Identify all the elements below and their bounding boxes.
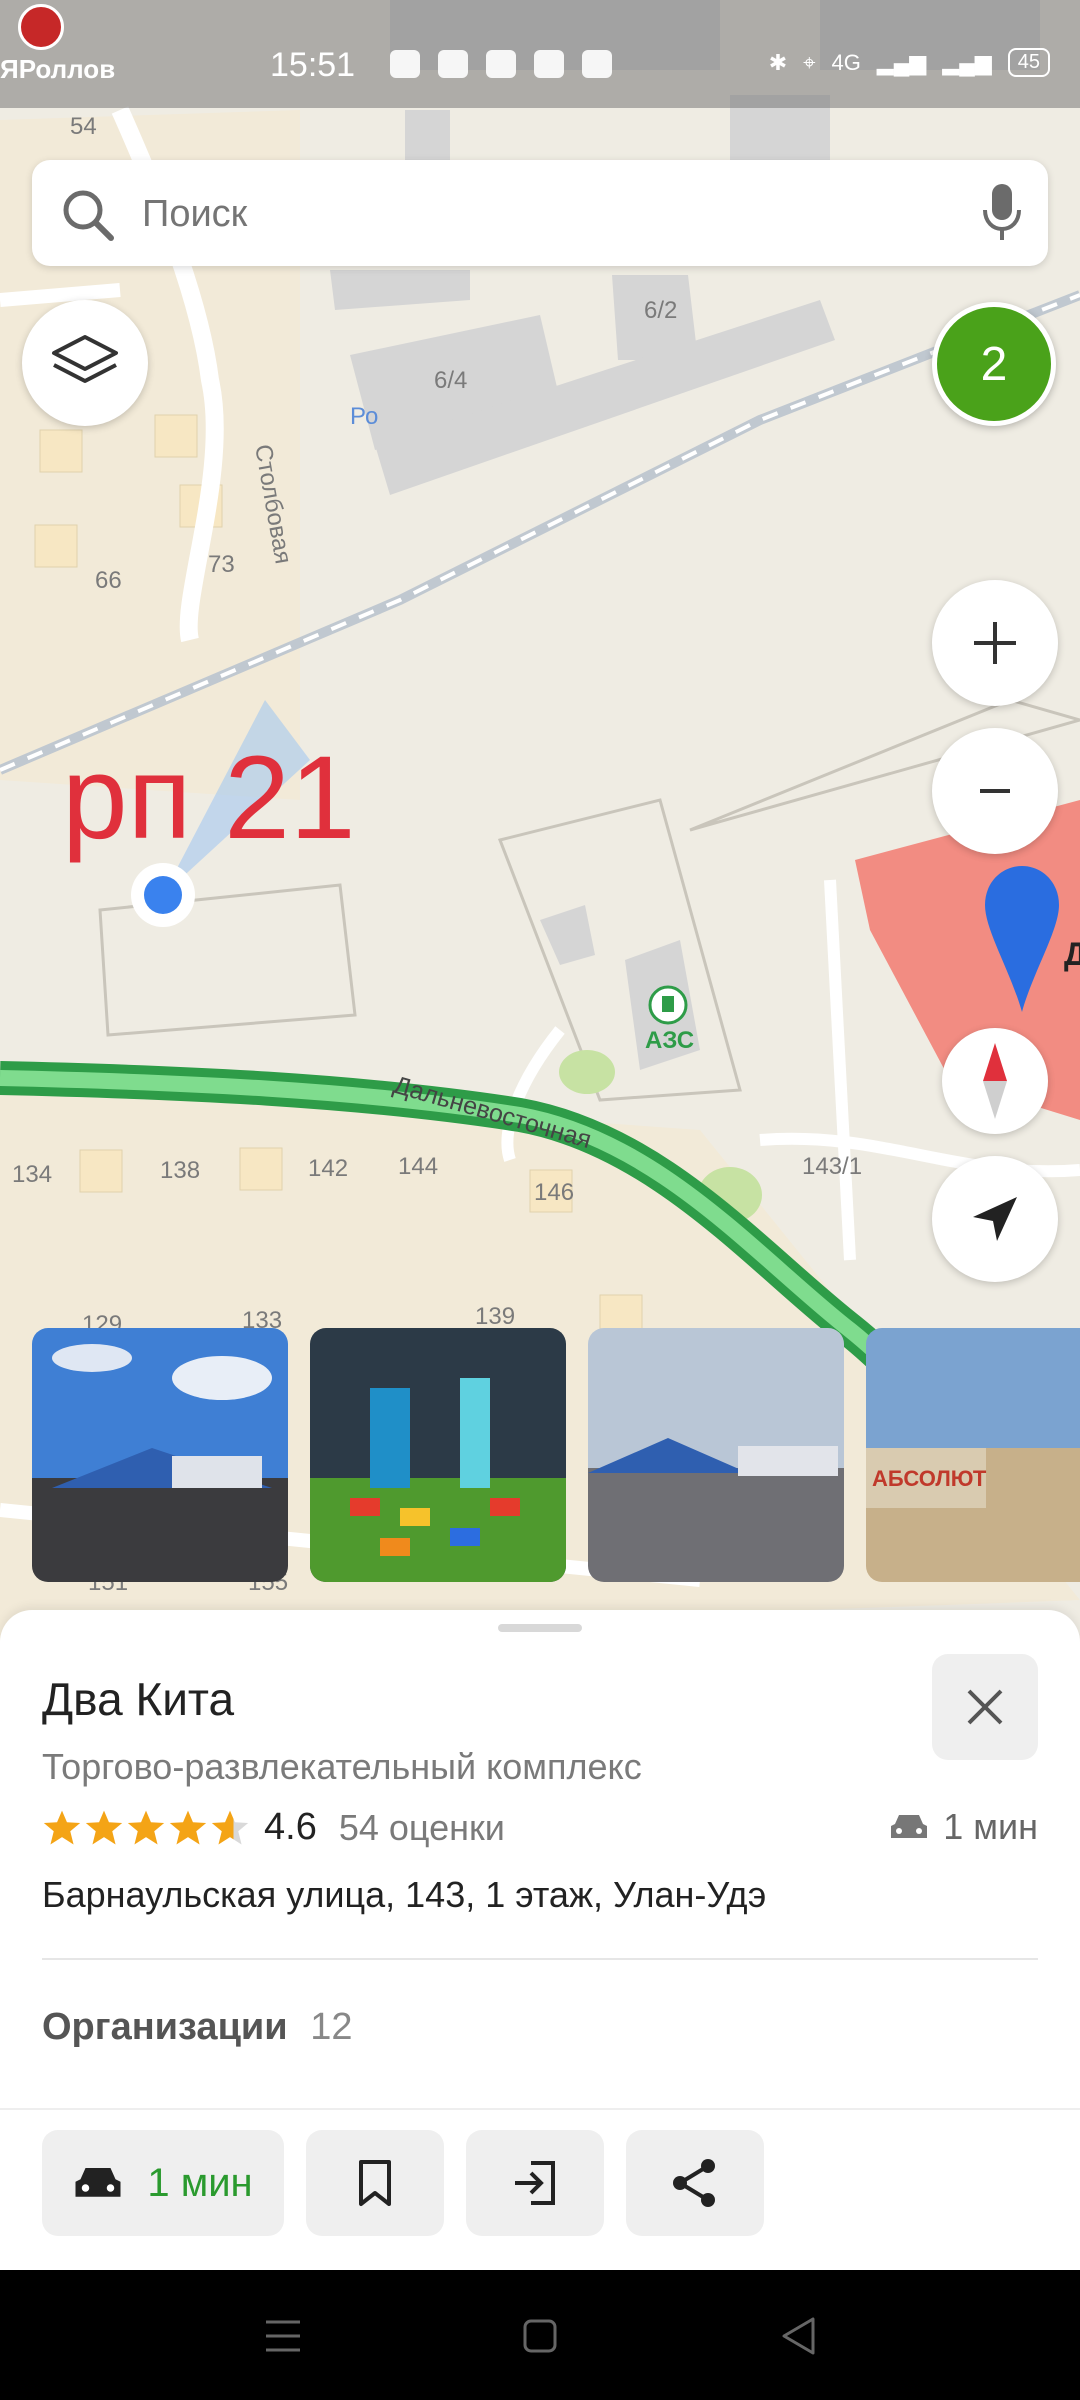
layers-button[interactable]: [22, 300, 148, 426]
action-bar: 1 мин: [0, 2108, 1080, 2272]
route-time-label: 1 мин: [147, 2160, 253, 2205]
photo-thumbnail[interactable]: [310, 1328, 566, 1582]
network-type: 4G: [831, 49, 861, 75]
menu-icon[interactable]: [264, 2318, 302, 2354]
bluetooth-icon: ✱: [768, 49, 788, 75]
navigation-arrow-icon: [973, 1197, 1017, 1241]
star-icon: [169, 1810, 207, 1845]
battery-icon: 45: [1007, 48, 1050, 77]
map-label: АЗС: [645, 1027, 694, 1054]
travel-time-label: 1 мин: [943, 1806, 1038, 1847]
map-label: 6/4: [434, 367, 467, 394]
map-label: 6/2: [644, 297, 677, 324]
place-title: Два Кита: [42, 1673, 235, 1725]
half-star-icon: [211, 1810, 249, 1845]
organizations-label: Организации: [42, 2006, 288, 2048]
map-label: 139: [475, 1303, 515, 1330]
organizations-row[interactable]: Организации 12: [42, 2006, 353, 2049]
signal-icon: ▂▄▆: [876, 49, 927, 75]
system-icons: ✱ ⌖ 4G ▂▄▆ ▂▄▆ 45: [769, 48, 1050, 77]
search-icon: [63, 190, 114, 241]
map-label: 144: [398, 1153, 438, 1180]
my-location-button[interactable]: [932, 1156, 1058, 1282]
map-overlay-label: рп 21: [62, 732, 356, 864]
plus-icon: [974, 622, 1016, 664]
app-icon: [18, 4, 64, 50]
rating-row[interactable]: 4.6 54 оценки: [42, 1806, 505, 1849]
map-label: 142: [308, 1155, 348, 1182]
whatsapp-icon: [438, 50, 468, 78]
compass-icon: [983, 1043, 1007, 1119]
back-icon[interactable]: [780, 2316, 816, 2356]
search-bar[interactable]: [32, 160, 1048, 268]
rating-stars: [42, 1809, 250, 1847]
place-address[interactable]: Барнаульская улица, 143, 1 этаж, Улан-Уд…: [42, 1874, 766, 1916]
clock: 15:51: [270, 46, 356, 84]
microphone-icon[interactable]: [982, 184, 1022, 242]
map-label: Д: [1064, 936, 1080, 972]
travel-time: 1 мин: [889, 1806, 1038, 1848]
app-shortcut[interactable]: ЯРоллов: [0, 0, 115, 108]
map-label: 73: [208, 551, 235, 578]
car-icon: [75, 2168, 121, 2197]
divider: [42, 1958, 1038, 1960]
star-icon: [85, 1810, 123, 1845]
car-icon: [891, 1815, 928, 1838]
map-label: Ро: [350, 403, 378, 430]
sheet-handle[interactable]: [498, 1624, 582, 1632]
zoom-in-button[interactable]: [932, 580, 1058, 706]
chat-icon: [390, 50, 420, 78]
star-icon: [127, 1810, 165, 1845]
rating-value: 4.6: [264, 1806, 317, 1848]
bookmark-icon: [359, 2160, 391, 2206]
photo-thumbnail[interactable]: АБСОЛЮТ: [866, 1328, 1080, 1582]
system-nav-bar: [0, 2270, 1080, 2400]
close-button[interactable]: [932, 1654, 1038, 1760]
home-icon[interactable]: [522, 2318, 558, 2354]
location-icon: ⌖: [803, 49, 816, 75]
signal-icon-2: ▂▄▆: [942, 49, 992, 75]
app-notification-icon: [486, 50, 516, 78]
map-label: 54: [70, 113, 97, 140]
layers-icon: [52, 335, 118, 383]
photo-carousel[interactable]: АБСОЛЮТ: [32, 1328, 1080, 1582]
map-label: 146: [534, 1179, 574, 1206]
share-icon: [673, 2159, 715, 2207]
map-label: 143/1: [802, 1153, 862, 1180]
organizations-count: 12: [310, 2006, 353, 2048]
rating-count[interactable]: 54 оценки: [339, 1807, 505, 1849]
close-icon: [967, 1689, 1003, 1725]
photo-thumbnail[interactable]: [588, 1328, 844, 1582]
app-label: ЯРоллов: [0, 54, 116, 84]
map-label: 134: [12, 1161, 52, 1188]
share-button[interactable]: [626, 2130, 764, 2236]
star-icon: [43, 1810, 81, 1845]
status-bar: ЯРоллов 15:51 ✱ ⌖ 4G ▂▄▆ ▂▄▆ 45: [0, 0, 1080, 108]
cluster-badge[interactable]: 2: [932, 302, 1056, 426]
enter-button[interactable]: [466, 2130, 604, 2236]
compass-button[interactable]: [942, 1028, 1048, 1134]
place-category: Торгово-развлекательный комплекс: [42, 1746, 642, 1787]
youtube-icon: [582, 50, 612, 78]
route-button[interactable]: 1 мин: [42, 2130, 284, 2236]
minus-icon: [980, 789, 1010, 793]
sync-icon: [534, 50, 564, 78]
bookmark-button[interactable]: [306, 2130, 444, 2236]
search-input[interactable]: [140, 160, 944, 268]
photo-thumbnail[interactable]: [32, 1328, 288, 1582]
photo-sign-text: АБСОЛЮТ: [872, 1466, 987, 1491]
login-icon: [515, 2161, 555, 2205]
notification-icons: [390, 50, 612, 78]
zoom-out-button[interactable]: [932, 728, 1058, 854]
map-label: 138: [160, 1157, 200, 1184]
map-label: 66: [95, 567, 122, 594]
